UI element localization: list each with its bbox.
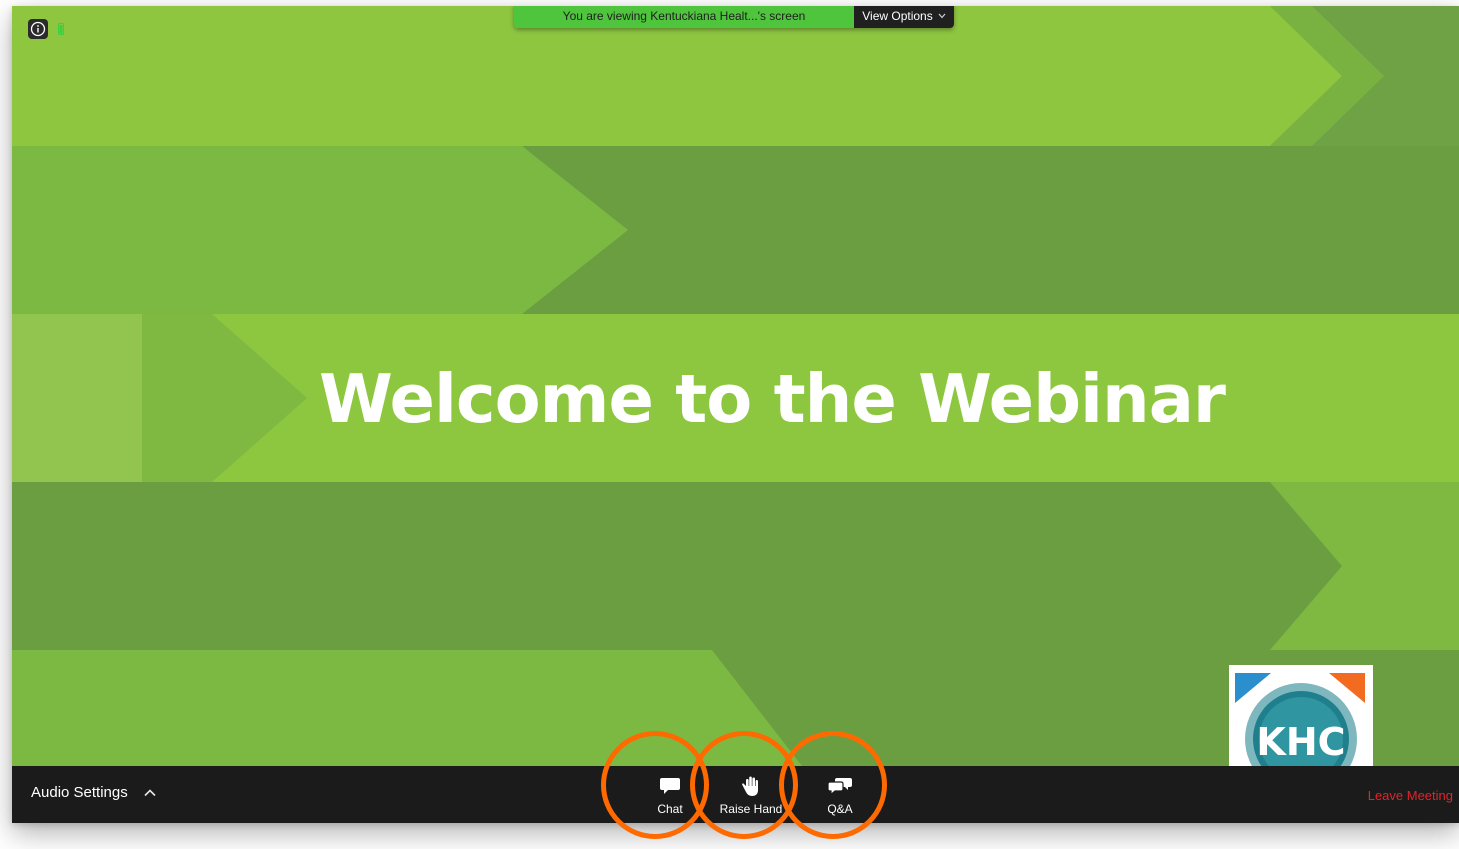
hand-icon [742, 776, 758, 796]
khc-logo-text: KHC [1256, 720, 1345, 764]
qa-button[interactable]: Q&A [800, 774, 880, 820]
share-status-message: You are viewing Kentuckiana Healt...'s s… [514, 6, 854, 28]
audio-settings-label: Audio Settings [31, 784, 128, 801]
chat-label: Chat [657, 802, 683, 816]
raise-hand-button[interactable]: Raise Hand [711, 774, 791, 820]
meeting-toolbar: Audio Settings Chat Raise Hand Q&A Leave… [12, 766, 1459, 823]
battery-icon [58, 22, 64, 35]
view-options-label: View Options [862, 9, 933, 23]
raise-hand-label: Raise Hand [719, 802, 783, 816]
chevron-up-icon[interactable] [144, 788, 156, 797]
chevron-down-icon [938, 13, 946, 19]
chat-button[interactable]: Chat [630, 774, 710, 820]
info-icon [30, 21, 46, 37]
chat-bubble-icon [660, 778, 680, 794]
webinar-window: Welcome to the Webinar KHC You are viewi… [12, 6, 1459, 823]
khc-logo-graphic: KHC [1235, 673, 1365, 766]
screen-share-banner: You are viewing Kentuckiana Healt...'s s… [514, 6, 954, 28]
qa-label: Q&A [827, 802, 853, 816]
meeting-info-button[interactable] [28, 19, 48, 39]
audio-settings-button[interactable]: Audio Settings [31, 784, 156, 801]
khc-logo: KHC [1229, 665, 1373, 766]
qa-bubbles-icon [827, 778, 852, 796]
leave-meeting-button[interactable]: Leave Meeting [1368, 788, 1453, 803]
view-options-button[interactable]: View Options [854, 6, 954, 28]
slide-title: Welcome to the Webinar [319, 360, 1226, 438]
shared-screen-slide: Welcome to the Webinar KHC [12, 6, 1459, 766]
